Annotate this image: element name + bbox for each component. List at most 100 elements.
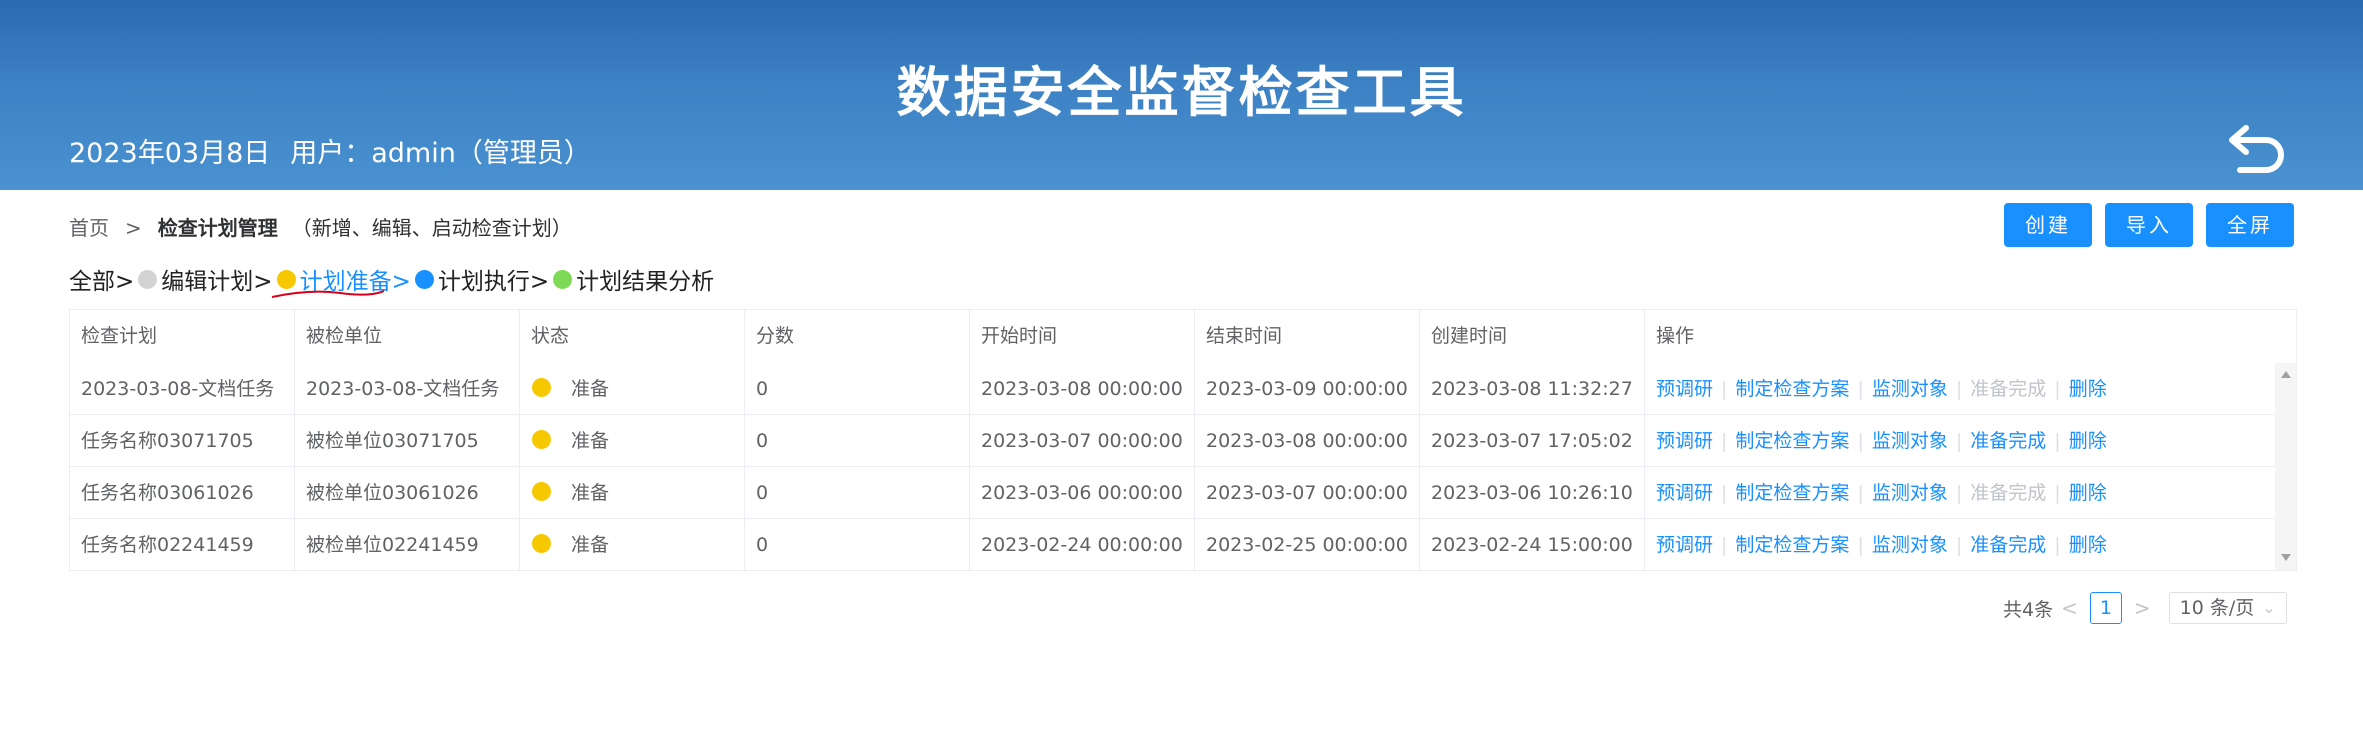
divider: | (1955, 482, 1963, 504)
column-header: 状态 (520, 310, 745, 363)
cell-end-time: 2023-03-07 00:00:00 (1195, 467, 1420, 519)
pre-research-link[interactable]: 预调研 (1656, 378, 1713, 400)
cell-unit: 被检单位03061026 (295, 467, 520, 519)
divider: | (1721, 534, 1728, 556)
table-body: 2023-03-08-文档任务 2023-03-08-文档任务 准备 0 202… (70, 363, 2275, 571)
make-plan-link[interactable]: 制定检查方案 (1735, 378, 1849, 400)
column-header: 操作 (1656, 325, 1695, 347)
fullscreen-button[interactable]: 全屏 (2206, 203, 2294, 247)
divider: | (1721, 430, 1728, 452)
monitor-target-link[interactable]: 监测对象 (1872, 430, 1948, 452)
breadcrumb-separator: > (125, 216, 142, 240)
monitor-target-link[interactable]: 监测对象 (1872, 378, 1948, 400)
cell-created-time: 2023-03-08 11:32:27 (1420, 363, 1645, 415)
cell-created-time: 2023-02-24 15:00:00 (1420, 519, 1645, 571)
scroll-up-icon[interactable] (2281, 371, 2291, 378)
cell-score: 0 (745, 415, 970, 467)
app-header: 数据安全监督检查工具 2023年03月8日 用户：admin（管理员） (0, 0, 2363, 190)
page-size-select[interactable]: 10 条/页 ⌄ (2168, 592, 2287, 624)
prepare-complete-link[interactable]: 准备完成 (1970, 534, 2046, 556)
monitor-target-link[interactable]: 监测对象 (1872, 482, 1948, 504)
filter-label: 计划结果分析 (576, 269, 715, 295)
prepare-complete-link[interactable]: 准备完成 (1970, 430, 2046, 452)
cell-status: 准备 (520, 363, 745, 415)
status-dot-icon (532, 482, 551, 501)
cell-plan: 任务名称02241459 (70, 519, 295, 571)
status-dot-icon (532, 430, 551, 449)
cell-operations: 预调研 | 制定检查方案 | 监测对象 | 准备完成 | 删除 (1645, 519, 2275, 571)
monitor-target-link[interactable]: 监测对象 (1872, 534, 1948, 556)
divider: | (1955, 430, 1963, 452)
divider: | (1857, 482, 1864, 504)
make-plan-link[interactable]: 制定检查方案 (1735, 534, 1849, 556)
cell-plan: 任务名称03071705 (70, 415, 295, 467)
divider: | (1721, 378, 1728, 400)
cell-status: 准备 (520, 467, 745, 519)
status-label: 准备 (571, 534, 610, 556)
prepare-complete-link: 准备完成 (1970, 378, 2047, 400)
make-plan-link[interactable]: 制定检查方案 (1735, 482, 1849, 504)
filter-plan-execute[interactable]: 计划执行> (411, 262, 549, 296)
filter-label: 编辑计划> (161, 269, 273, 295)
cell-score: 0 (745, 363, 970, 415)
make-plan-link[interactable]: 制定检查方案 (1735, 430, 1849, 452)
cell-plan: 任务名称03061026 (70, 467, 295, 519)
cell-start-time: 2023-03-06 00:00:00 (970, 467, 1195, 519)
import-button[interactable]: 导入 (2105, 203, 2193, 247)
gray-dot-icon (138, 269, 158, 289)
scroll-down-icon[interactable] (2281, 554, 2291, 561)
delete-link[interactable]: 删除 (2069, 534, 2107, 556)
breadcrumb-note: （新增、编辑、启动检查计划） (291, 216, 572, 240)
total-count: 共4条 (2003, 598, 2054, 621)
filter-all[interactable]: 全部> (69, 262, 134, 296)
cell-operations: 预调研 | 制定检查方案 | 监测对象 | 准备完成 | 删除 (1645, 467, 2275, 519)
status-label: 准备 (571, 430, 610, 452)
column-header: 分数 (745, 310, 970, 363)
breadcrumb: 首页 > 检查计划管理 （新增、编辑、启动检查计划） (69, 212, 572, 241)
status-dot-icon (532, 534, 551, 553)
pre-research-link[interactable]: 预调研 (1656, 534, 1713, 556)
cell-operations: 预调研 | 制定检查方案 | 监测对象 | 准备完成 | 删除 (1645, 415, 2275, 467)
delete-link[interactable]: 删除 (2069, 430, 2107, 452)
divider: | (1857, 430, 1864, 452)
prev-page-icon[interactable]: < (2061, 596, 2078, 620)
divider: | (2054, 482, 2061, 504)
page-number[interactable]: 1 (2089, 592, 2122, 624)
cell-score: 0 (745, 467, 970, 519)
cell-start-time: 2023-02-24 00:00:00 (970, 519, 1195, 571)
current-date: 2023年03月8日 (69, 138, 271, 169)
cell-start-time: 2023-03-08 00:00:00 (970, 363, 1195, 415)
breadcrumb-current: 检查计划管理 (157, 216, 278, 240)
cell-status: 准备 (520, 519, 745, 571)
pre-research-link[interactable]: 预调研 (1656, 482, 1713, 504)
status-label: 准备 (571, 378, 610, 400)
table-row: 任务名称03071705 被检单位03071705 准备 0 2023-03-0… (70, 415, 2275, 467)
pre-research-link[interactable]: 预调研 (1656, 430, 1713, 452)
green-dot-icon (553, 269, 573, 289)
back-icon[interactable] (2226, 120, 2290, 178)
column-header: 被检单位 (295, 310, 520, 363)
create-button[interactable]: 创建 (2004, 203, 2092, 247)
filter-edit-plan[interactable]: 编辑计划> (134, 262, 273, 296)
breadcrumb-home[interactable]: 首页 (69, 216, 109, 240)
delete-link[interactable]: 删除 (2069, 482, 2107, 504)
cell-operations: 预调研 | 制定检查方案 | 监测对象 | 准备完成 | 删除 (1645, 363, 2275, 415)
filter-plan-analysis[interactable]: 计划结果分析 (549, 262, 714, 296)
divider: | (1955, 378, 1963, 400)
pagination: 共4条 < 1 > 10 条/页 ⌄ (2003, 592, 2287, 624)
cell-end-time: 2023-03-08 00:00:00 (1195, 415, 1420, 467)
next-page-icon[interactable]: > (2134, 596, 2151, 620)
divider: | (2054, 430, 2061, 452)
status-label: 准备 (571, 482, 610, 504)
table-scrollbar[interactable] (2275, 363, 2296, 570)
cell-start-time: 2023-03-07 00:00:00 (970, 415, 1195, 467)
delete-link[interactable]: 删除 (2069, 378, 2107, 400)
divider: | (1857, 378, 1864, 400)
prepare-complete-link: 准备完成 (1970, 482, 2047, 504)
app-title: 数据安全监督检查工具 (896, 61, 1467, 124)
cell-unit: 被检单位02241459 (295, 519, 520, 571)
cell-status: 准备 (520, 415, 745, 467)
cell-created-time: 2023-03-07 17:05:02 (1420, 415, 1645, 467)
current-user: 用户：admin（管理员） (290, 138, 591, 169)
column-header: 检查计划 (70, 310, 295, 363)
